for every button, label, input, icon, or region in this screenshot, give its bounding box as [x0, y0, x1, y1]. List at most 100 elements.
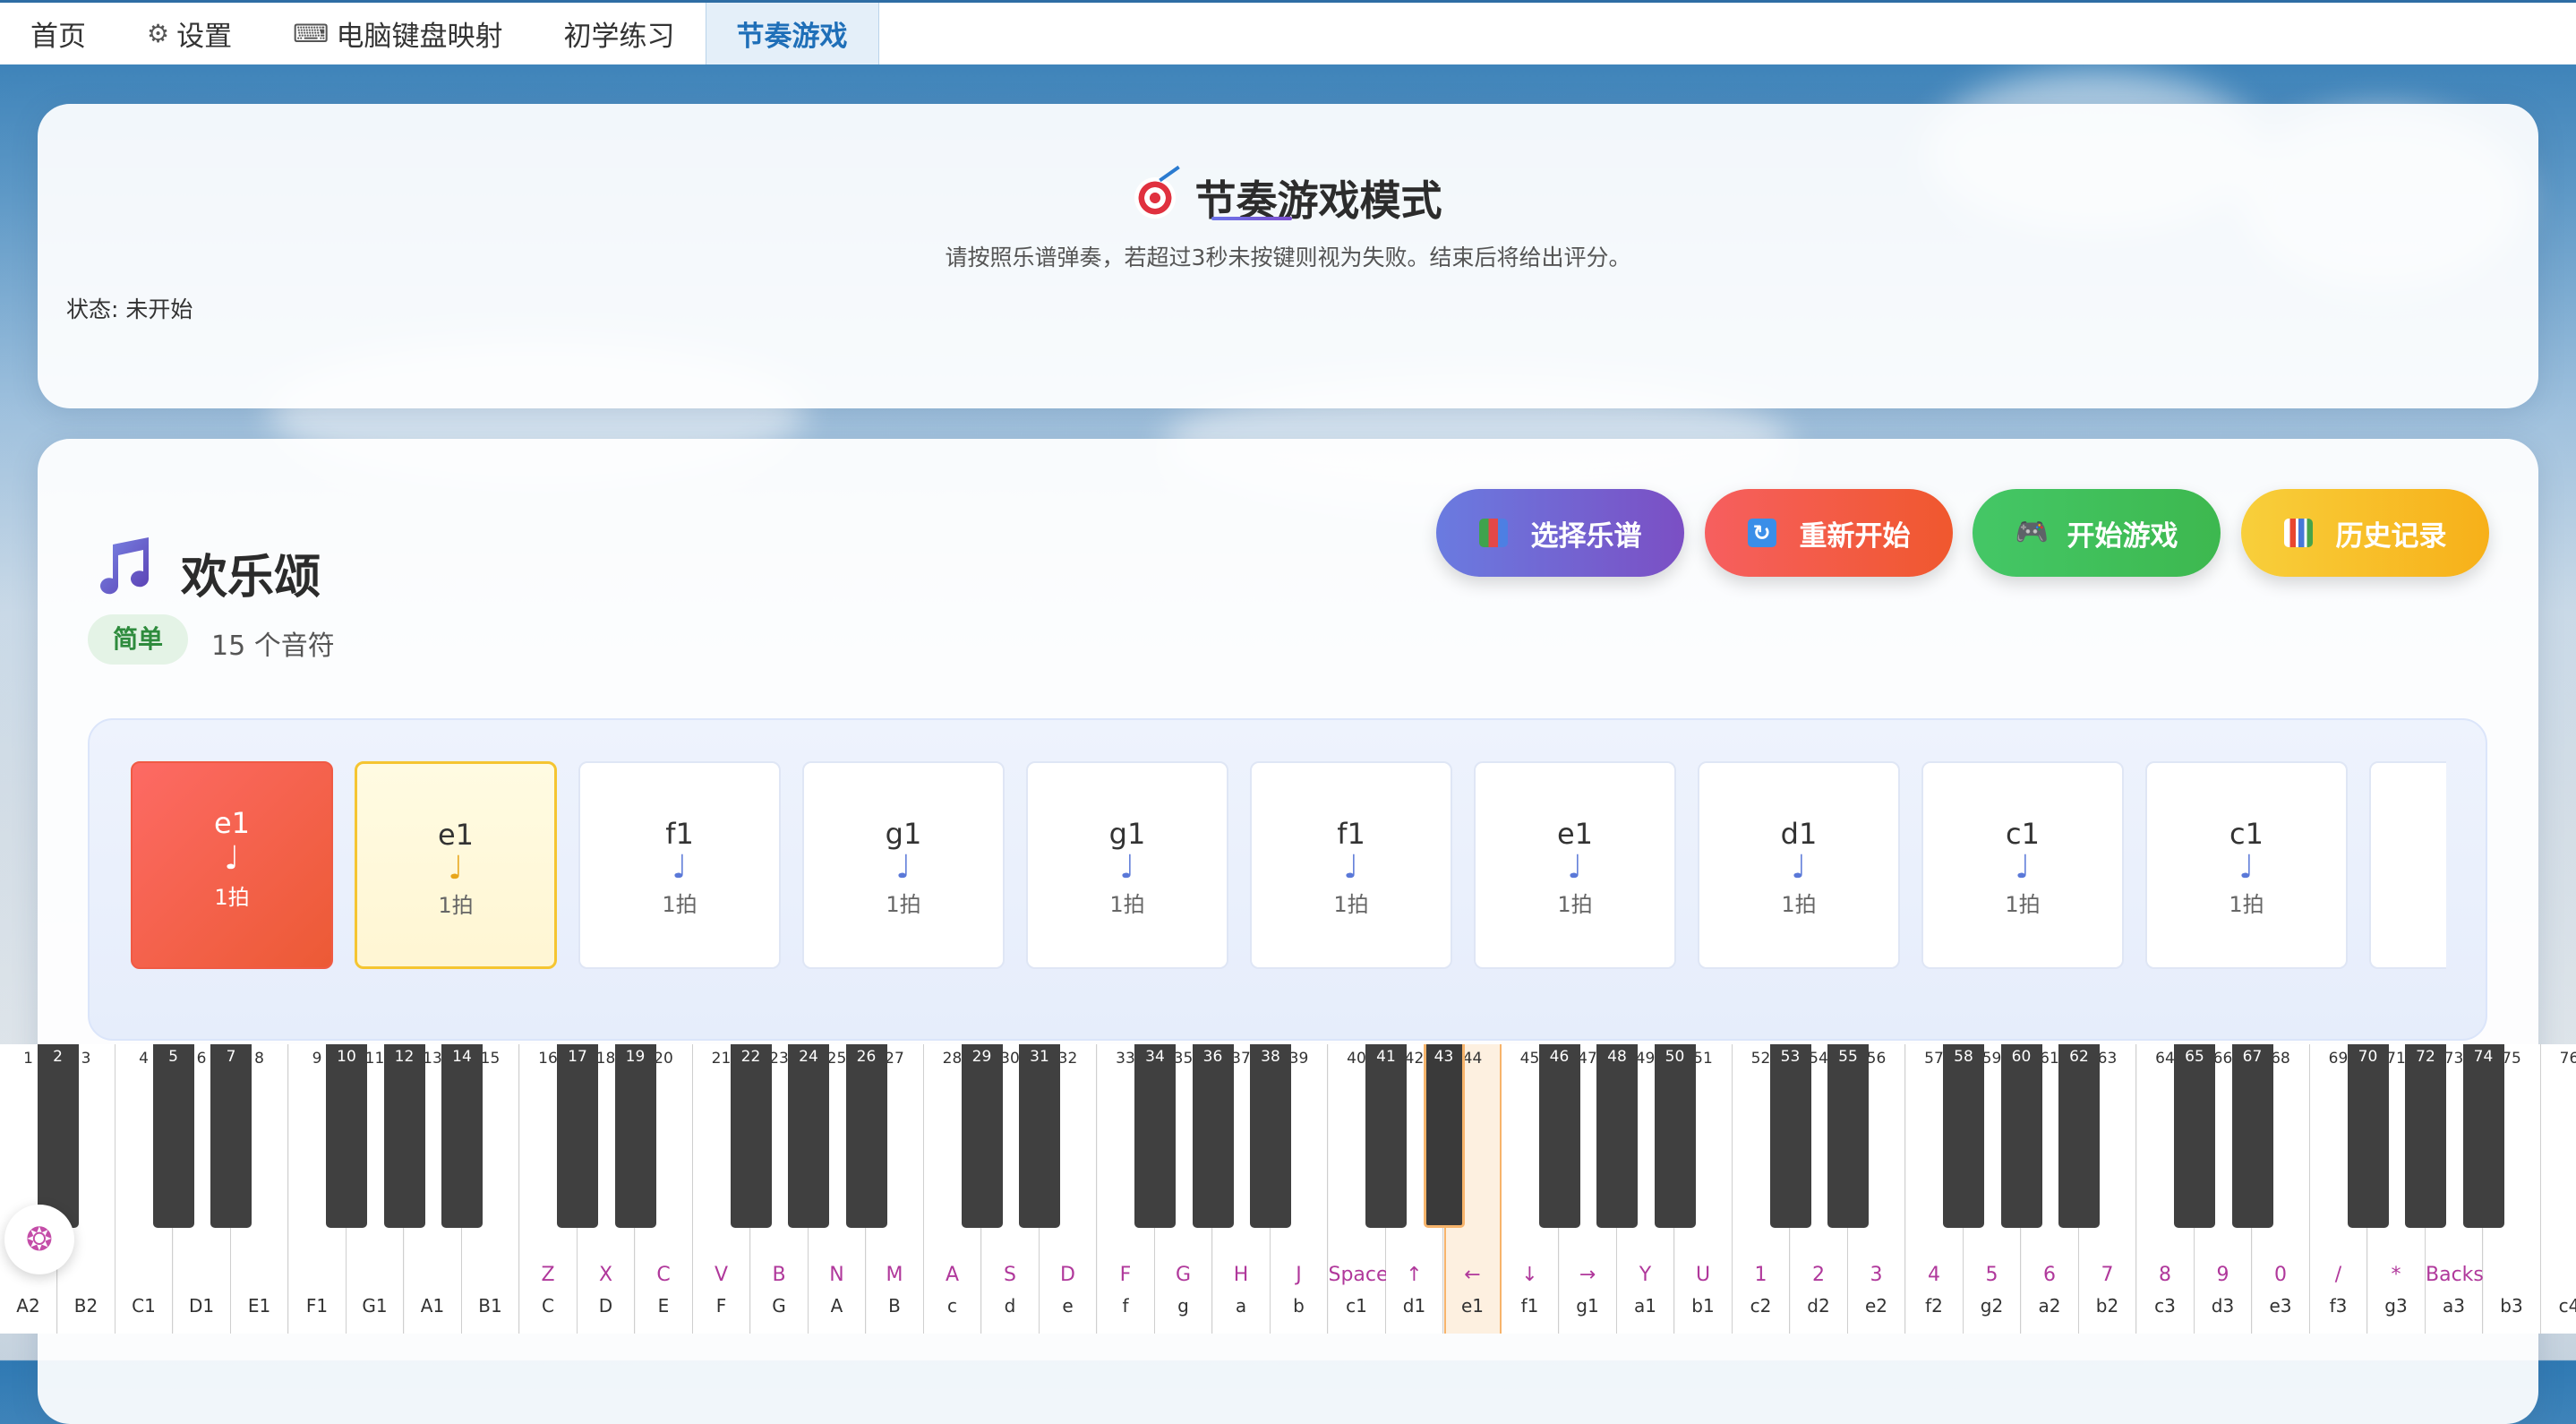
select-score-button[interactable]: 选择乐谱: [1436, 489, 1684, 577]
note-beats: 1拍: [1557, 892, 1593, 917]
note-label: b3: [2500, 1295, 2523, 1317]
note-label: B2: [73, 1295, 98, 1317]
piano-black-key[interactable]: 50: [1654, 1044, 1696, 1228]
note-beats: 1拍: [886, 892, 921, 917]
difficulty-badge: 简单: [88, 614, 189, 665]
keyboard-shortcut: ←: [1464, 1264, 1481, 1286]
note-label: c1: [1346, 1295, 1367, 1317]
piano-black-key[interactable]: 2: [37, 1044, 79, 1228]
piano-black-key[interactable]: 10: [326, 1044, 367, 1228]
note-label: B1: [478, 1295, 502, 1317]
key-number: 53: [1780, 1048, 1801, 1066]
tab-rhythm-game[interactable]: 节奏游戏: [705, 3, 879, 64]
tab-beginner-practice[interactable]: 初学练习: [534, 3, 706, 64]
note-label: g2: [1980, 1295, 2004, 1317]
piano-black-key[interactable]: 17: [557, 1044, 598, 1228]
piano-black-key[interactable]: 62: [2058, 1044, 2100, 1228]
piano-black-key[interactable]: 31: [1019, 1044, 1060, 1228]
piano-black-key[interactable]: 19: [614, 1044, 656, 1228]
note-label: D1: [188, 1295, 215, 1317]
note-card: c1 ♩ 1拍: [1921, 761, 2124, 969]
note-label: A1: [420, 1295, 445, 1317]
note-label: e2: [1864, 1295, 1888, 1317]
gear-icon: ⚙: [147, 19, 170, 48]
note-symbol: ♩: [1343, 849, 1359, 886]
key-number: 70: [2358, 1048, 2378, 1066]
start-game-button[interactable]: 🎮 开始游戏: [1973, 489, 2221, 577]
piano-black-key[interactable]: 7: [210, 1044, 252, 1228]
piano-black-key[interactable]: 53: [1769, 1044, 1811, 1228]
keyboard-shortcut: 7: [2101, 1264, 2114, 1286]
key-number: 24: [799, 1048, 818, 1066]
piano-black-key[interactable]: 34: [1134, 1044, 1176, 1228]
piano-black-key[interactable]: 36: [1192, 1044, 1234, 1228]
note-symbol: ♩: [448, 850, 464, 887]
key-number: 58: [1954, 1048, 1973, 1066]
piano-black-key[interactable]: 74: [2462, 1044, 2504, 1228]
piano-black-key[interactable]: 22: [730, 1044, 772, 1228]
piano-white-key[interactable]: 76 c4: [2541, 1044, 2576, 1334]
song-title: 欢乐颂: [181, 551, 321, 605]
note-name: e1: [437, 818, 475, 852]
tab-settings[interactable]: ⚙ 设置: [116, 3, 262, 64]
key-number: 46: [1549, 1048, 1570, 1066]
tab-keyboard-mapping[interactable]: ⌨ 电脑键盘映射: [262, 3, 533, 64]
note-label: a2: [2038, 1295, 2061, 1317]
piano-black-key[interactable]: 48: [1596, 1044, 1638, 1228]
note-label: G: [772, 1295, 786, 1317]
restart-button[interactable]: ↻ 重新开始: [1705, 489, 1953, 577]
note-name: e1: [1556, 817, 1594, 851]
key-number: 55: [1838, 1048, 1858, 1066]
note-label: D: [598, 1295, 613, 1317]
keyboard-shortcut: /: [2334, 1264, 2342, 1286]
key-number: 41: [1376, 1048, 1396, 1066]
piano-black-key[interactable]: 38: [1250, 1044, 1291, 1228]
game-status: 状态: 未开始: [66, 296, 193, 322]
piano-black-key[interactable]: 26: [845, 1044, 887, 1228]
key-number: 43: [1433, 1048, 1454, 1066]
note-card: e1 ♩ 1拍: [355, 761, 557, 969]
piano-black-key[interactable]: 58: [1943, 1044, 1984, 1228]
note-beats: 1拍: [2229, 892, 2264, 917]
keyboard-shortcut: 4: [1928, 1264, 1940, 1286]
piano-black-key[interactable]: 65: [2174, 1044, 2215, 1228]
piano-black-key[interactable]: 72: [2405, 1044, 2446, 1228]
key-number: 7: [226, 1048, 236, 1066]
keyboard-shortcut: U: [1695, 1264, 1711, 1286]
piano-black-key[interactable]: 70: [2347, 1044, 2389, 1228]
piano-black-key[interactable]: 60: [2000, 1044, 2042, 1228]
note-card: d1 ♩ 1拍: [1698, 761, 1900, 969]
note-beats: 1拍: [2005, 892, 2041, 917]
piano-black-key[interactable]: 24: [788, 1044, 829, 1228]
piano-black-key[interactable]: 46: [1538, 1044, 1580, 1228]
keyboard-shortcut: N: [829, 1264, 844, 1286]
piano-black-key[interactable]: 41: [1365, 1044, 1407, 1228]
note-label: f1: [1520, 1295, 1539, 1317]
piano-black-key[interactable]: 14: [441, 1044, 483, 1228]
piano-black-key[interactable]: 67: [2231, 1044, 2273, 1228]
piano-black-key[interactable]: 55: [1827, 1044, 1869, 1228]
brain-icon[interactable]: ❂: [4, 1205, 74, 1274]
note-card: g1 ♩ 1拍: [802, 761, 1005, 969]
note-label: C1: [132, 1295, 156, 1317]
tab-keyboard-mapping-label: 电脑键盘映射: [336, 21, 503, 53]
key-number: 17: [568, 1048, 587, 1066]
key-number: 19: [625, 1048, 646, 1066]
note-label: f2: [1925, 1295, 1943, 1317]
top-nav: 首页 ⚙ 设置 ⌨ 电脑键盘映射 初学练习 节奏游戏: [0, 0, 2576, 64]
note-card: g1 ♩ 1拍: [1026, 761, 1228, 969]
piano-black-key[interactable]: 43: [1423, 1044, 1465, 1228]
key-number: 67: [2242, 1048, 2263, 1066]
history-label: 历史记录: [2335, 519, 2447, 553]
note-label: c3: [2154, 1295, 2176, 1317]
history-button[interactable]: 历史记录: [2241, 489, 2489, 577]
key-number: 29: [971, 1048, 992, 1066]
tab-home[interactable]: 首页: [0, 3, 116, 64]
note-name: f1: [665, 817, 694, 851]
piano-black-key[interactable]: 5: [152, 1044, 194, 1228]
note-label: f: [1122, 1295, 1129, 1317]
keyboard-shortcut: J: [1296, 1264, 1302, 1286]
piano-black-key[interactable]: 12: [383, 1044, 425, 1228]
piano-black-key[interactable]: 29: [961, 1044, 1003, 1228]
note-symbol: ♩: [1567, 849, 1583, 886]
